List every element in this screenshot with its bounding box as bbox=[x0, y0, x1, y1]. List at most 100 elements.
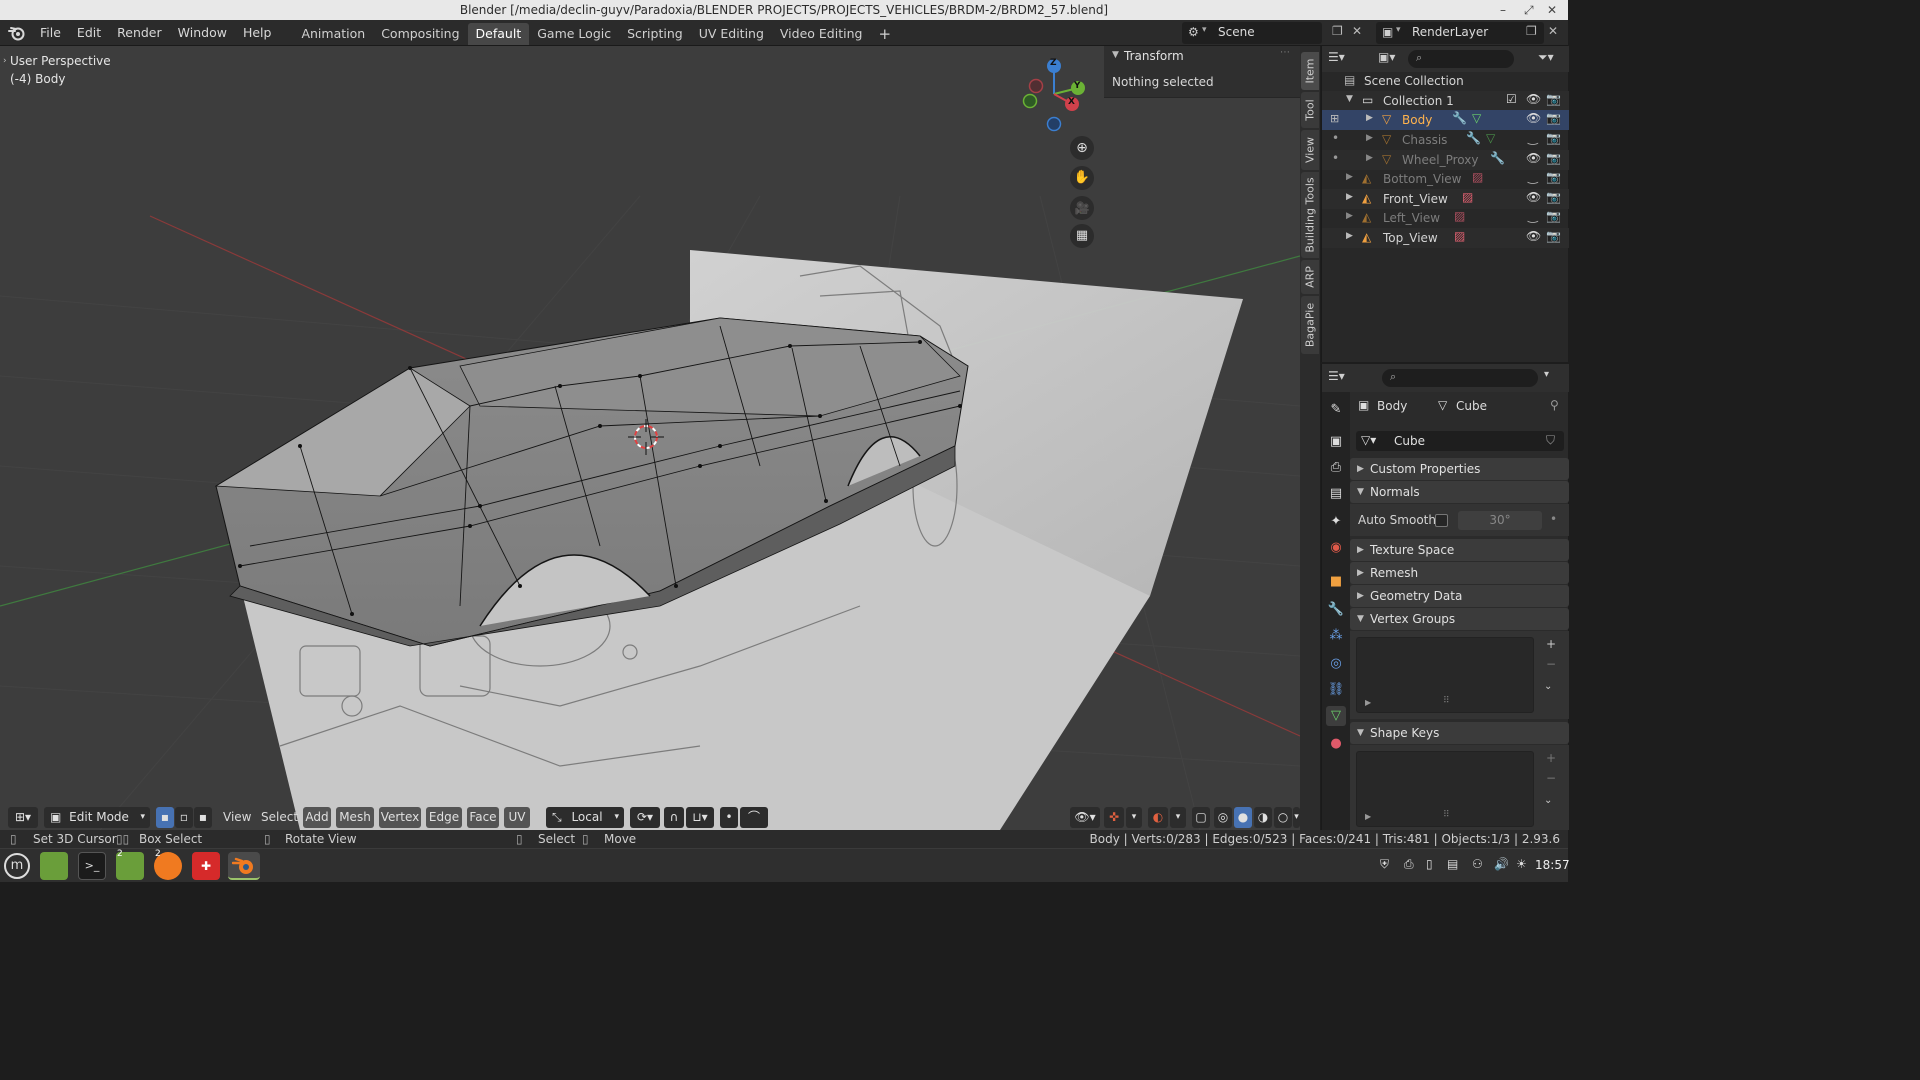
tab-video-editing[interactable]: Video Editing bbox=[772, 23, 871, 45]
outliner-row-scene-collection[interactable]: ▤ Scene Collection bbox=[1322, 71, 1569, 91]
camera-icon[interactable]: 📷 bbox=[1546, 170, 1561, 184]
expand-arrow-icon[interactable]: ▶ bbox=[1346, 211, 1353, 221]
shield-icon[interactable]: ⛨ bbox=[1380, 857, 1389, 872]
menu-edge[interactable]: Edge bbox=[426, 807, 462, 828]
expand-arrow-icon[interactable]: ▶ bbox=[1346, 172, 1353, 182]
files-window-icon[interactable]: 2 bbox=[116, 849, 144, 880]
add-shape-key-button[interactable]: + bbox=[1546, 751, 1556, 765]
camera-icon[interactable]: 📷 bbox=[1546, 209, 1561, 223]
clock[interactable]: 18:57 bbox=[1535, 858, 1570, 872]
rendered-shading-icon[interactable]: ○ bbox=[1274, 807, 1292, 828]
menu-help[interactable]: Help bbox=[235, 20, 280, 46]
menu-mesh[interactable]: Mesh bbox=[336, 807, 374, 828]
camera-view-icon[interactable]: 🎥 bbox=[1070, 196, 1094, 220]
expand-arrow-icon[interactable]: ▶ bbox=[1365, 698, 1371, 707]
particles-tab-icon[interactable]: ⁂ bbox=[1326, 626, 1346, 646]
expand-arrow-icon[interactable]: ▶ bbox=[1366, 113, 1373, 123]
collapse-arrow-icon[interactable]: ▼ bbox=[1112, 50, 1119, 60]
display-mode-icon[interactable]: ▣▾ bbox=[1378, 50, 1395, 64]
brightness-icon[interactable]: ☀ bbox=[1516, 857, 1527, 871]
menu-face[interactable]: Face bbox=[467, 807, 499, 828]
expand-toolbar-icon[interactable]: › bbox=[3, 56, 7, 66]
device-icon[interactable]: ▯ bbox=[1426, 857, 1433, 871]
mint-menu-icon[interactable]: m bbox=[4, 853, 30, 879]
network-icon[interactable]: ⚇ bbox=[1472, 857, 1483, 871]
blender-logo-icon[interactable] bbox=[0, 20, 32, 46]
pin-icon[interactable]: ⚲ bbox=[1550, 398, 1559, 412]
chevron-down-icon[interactable]: ▾ bbox=[1126, 807, 1142, 828]
editor-type-icon[interactable]: ☰▾ bbox=[1328, 369, 1345, 383]
edit-mode-icon[interactable]: ⊞ bbox=[1330, 112, 1339, 125]
panel-normals[interactable]: ▼ Normals bbox=[1350, 481, 1569, 503]
properties-search-input[interactable]: ⌕ bbox=[1382, 369, 1538, 387]
mesh-datablock-selector[interactable]: ▽▾ Cube ⛉ bbox=[1356, 431, 1564, 451]
modifier-tab-icon[interactable]: 🔧 bbox=[1326, 600, 1346, 620]
mesh-data-tab-icon[interactable]: ▽ bbox=[1326, 706, 1346, 726]
remove-shape-key-button[interactable]: − bbox=[1546, 771, 1556, 785]
expand-arrow-icon[interactable]: ▶ bbox=[1346, 192, 1353, 202]
fake-user-shield-icon[interactable]: ⛉ bbox=[1546, 433, 1555, 448]
auto-smooth-checkbox[interactable] bbox=[1435, 514, 1448, 527]
edge-select-mode-button[interactable]: ▫ bbox=[175, 807, 193, 828]
menu-vertex[interactable]: Vertex bbox=[379, 807, 421, 828]
outliner-row-bottom-view[interactable]: ▶ ◭ Bottom_View ▨ ‿ 📷 bbox=[1322, 169, 1569, 189]
tab-arp[interactable]: ARP bbox=[1301, 260, 1319, 294]
maximize-button[interactable]: ⤢ bbox=[1524, 0, 1534, 20]
menu-add[interactable]: Add bbox=[303, 807, 331, 828]
scene-selector[interactable]: ⚙ ▾ Scene bbox=[1182, 22, 1322, 44]
pan-hand-icon[interactable]: ✋ bbox=[1070, 166, 1094, 190]
face-select-mode-button[interactable]: ▪ bbox=[194, 807, 212, 828]
terminal-icon[interactable]: >_ bbox=[78, 852, 106, 880]
mesh-data-icon[interactable]: ▽ bbox=[1472, 111, 1481, 125]
close-window-button[interactable]: ✕ bbox=[1547, 0, 1557, 20]
object-tab-icon[interactable]: ■ bbox=[1326, 572, 1346, 592]
modifier-wrench-icon[interactable]: 🔧 bbox=[1490, 151, 1505, 165]
expand-arrow-icon[interactable]: ▶ bbox=[1346, 231, 1353, 241]
panel-geometry-data[interactable]: ▶ Geometry Data bbox=[1350, 585, 1569, 607]
panel-texture-space[interactable]: ▶ Texture Space bbox=[1350, 539, 1569, 561]
new-scene-icon[interactable]: ❐ bbox=[1332, 24, 1343, 38]
outliner-row-left-view[interactable]: ▶ ◭ Left_View ▨ ‿ 📷 bbox=[1322, 208, 1569, 228]
constraints-tab-icon[interactable]: ⛓ bbox=[1326, 680, 1346, 700]
minimize-button[interactable]: – bbox=[1500, 0, 1506, 20]
scene-tab-icon[interactable]: ✦ bbox=[1326, 512, 1346, 532]
shape-key-specials-icon[interactable]: ⌄ bbox=[1544, 795, 1552, 806]
panel-vertex-groups[interactable]: ▼ Vertex Groups bbox=[1350, 608, 1569, 630]
transform-panel-title[interactable]: Transform bbox=[1124, 49, 1184, 63]
modifier-wrench-icon[interactable]: 🔧 bbox=[1466, 131, 1481, 145]
image-data-icon[interactable]: ▨ bbox=[1454, 229, 1465, 243]
outliner-row-wheel-proxy[interactable]: • ▶ ▽ Wheel_Proxy 🔧 👁 📷 bbox=[1322, 150, 1569, 170]
modifier-wrench-icon[interactable]: 🔧 bbox=[1452, 111, 1467, 125]
vertex-select-mode-button[interactable]: ▪ bbox=[156, 807, 174, 828]
image-data-icon[interactable]: ▨ bbox=[1472, 170, 1483, 184]
keyframe-dot-icon[interactable]: • bbox=[1550, 512, 1557, 526]
outliner-row-top-view[interactable]: ▶ ◭ Top_View ▨ 👁 📷 bbox=[1322, 228, 1569, 248]
expand-arrow-icon[interactable]: ▶ bbox=[1366, 153, 1373, 163]
tab-scripting[interactable]: Scripting bbox=[619, 23, 691, 45]
image-data-icon[interactable]: ▨ bbox=[1454, 209, 1465, 223]
zoom-icon[interactable]: ⊕ bbox=[1070, 136, 1094, 160]
tab-building-tools[interactable]: Building Tools bbox=[1301, 172, 1319, 258]
view-layer-tab-icon[interactable]: ▤ bbox=[1326, 484, 1346, 504]
menu-render[interactable]: Render bbox=[109, 20, 170, 46]
eye-icon[interactable]: 👁 bbox=[1526, 229, 1541, 243]
eye-icon[interactable]: 👁 bbox=[1526, 151, 1541, 165]
tab-view[interactable]: View bbox=[1301, 130, 1319, 170]
expand-arrow-icon[interactable]: ▼ bbox=[1346, 94, 1353, 104]
gizmo-toggle-icon[interactable]: ✜ bbox=[1104, 807, 1124, 828]
expand-arrow-icon[interactable]: ▶ bbox=[1365, 812, 1371, 821]
menu-edit[interactable]: Edit bbox=[69, 20, 109, 46]
tab-game-logic[interactable]: Game Logic bbox=[529, 23, 619, 45]
tab-compositing[interactable]: Compositing bbox=[373, 23, 467, 45]
ortho-grid-icon[interactable]: ▦ bbox=[1070, 224, 1094, 248]
camera-icon[interactable]: 📷 bbox=[1546, 131, 1561, 145]
vertex-group-specials-icon[interactable]: ⌄ bbox=[1544, 681, 1552, 692]
tab-animation[interactable]: Animation bbox=[293, 23, 373, 45]
shape-keys-list[interactable]: ▶ ⠿ bbox=[1356, 751, 1534, 827]
outliner-row-body[interactable]: ⊞ ▶ ▽ Body 🔧 ▽ 👁 📷 bbox=[1322, 110, 1569, 130]
output-tab-icon[interactable]: ⎙ bbox=[1326, 458, 1346, 478]
delete-scene-icon[interactable]: ✕ bbox=[1352, 24, 1362, 38]
pdf-reader-icon[interactable]: ✚ bbox=[192, 852, 220, 880]
physics-tab-icon[interactable]: ◎ bbox=[1326, 654, 1346, 674]
outliner-row-front-view[interactable]: ▶ ◭ Front_View ▨ 👁 📷 bbox=[1322, 189, 1569, 209]
